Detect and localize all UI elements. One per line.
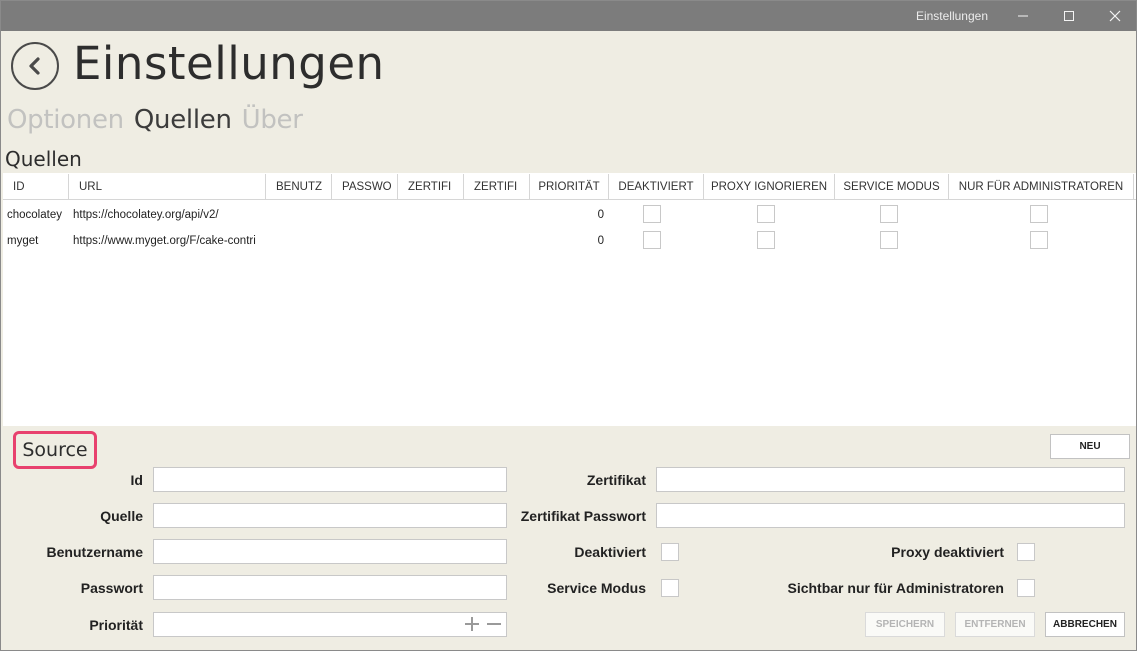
minimize-icon bbox=[1017, 15, 1028, 17]
decrement-icon[interactable] bbox=[485, 613, 503, 635]
tab-ueber[interactable]: Über bbox=[242, 105, 303, 139]
column-header-zertifikat[interactable]: ZERTIFI bbox=[398, 174, 464, 200]
proxy-ignorieren-checkbox[interactable] bbox=[757, 205, 775, 223]
cell-id: chocolatey bbox=[7, 209, 62, 221]
cell-priority: 0 bbox=[597, 235, 604, 247]
back-button[interactable] bbox=[11, 42, 59, 90]
sources-grid: ID URL BENUTZ PASSWO ZERTIFI ZERTIFI PRI… bbox=[3, 173, 1136, 426]
cancel-button[interactable]: ABBRECHEN bbox=[1045, 612, 1125, 637]
column-header-id[interactable]: ID bbox=[3, 174, 69, 200]
deaktiviert-checkbox[interactable] bbox=[643, 231, 661, 249]
increment-icon[interactable] bbox=[463, 613, 481, 635]
tab-optionen[interactable]: Optionen bbox=[7, 105, 124, 139]
passwort-input[interactable] bbox=[153, 575, 507, 600]
column-header-nur-fuer-admin[interactable]: NUR FÜR ADMINISTRATOREN bbox=[949, 174, 1134, 200]
sichtbar-admin-checkbox[interactable] bbox=[1017, 579, 1035, 597]
label-service-modus: Service Modus bbox=[547, 580, 646, 596]
label-prioritaet: Priorität bbox=[89, 617, 143, 633]
column-header-service-modus[interactable]: SERVICE MODUS bbox=[835, 174, 949, 200]
label-quelle: Quelle bbox=[100, 508, 143, 524]
column-header-benutzer[interactable]: BENUTZ bbox=[266, 174, 332, 200]
close-icon bbox=[1109, 10, 1120, 22]
column-header-prioritaet[interactable]: PRIORITÄT bbox=[530, 174, 609, 200]
tab-quellen[interactable]: Quellen bbox=[134, 105, 232, 139]
prioritaet-stepper[interactable] bbox=[153, 612, 507, 637]
cell-id: myget bbox=[7, 235, 39, 247]
table-row[interactable]: myget https://www.myget.org/F/cake-contr… bbox=[3, 228, 1136, 254]
service-modus-checkbox[interactable] bbox=[880, 231, 898, 249]
settings-window: Einstellungen Einstellungen Optionen Que… bbox=[0, 0, 1137, 651]
close-button[interactable] bbox=[1091, 1, 1137, 31]
label-passwort: Passwort bbox=[80, 580, 143, 596]
benutzername-input[interactable] bbox=[153, 539, 507, 564]
service-modus-form-checkbox[interactable] bbox=[661, 579, 679, 597]
quelle-input[interactable] bbox=[153, 503, 507, 528]
label-id: Id bbox=[130, 472, 143, 488]
label-zertifikat-passwort: Zertifikat Passwort bbox=[520, 508, 646, 524]
nur-admin-checkbox[interactable] bbox=[1030, 231, 1048, 249]
column-header-deaktiviert[interactable]: DEAKTIVIERT bbox=[609, 174, 704, 200]
label-zertifikat: Zertifikat bbox=[586, 472, 646, 488]
maximize-button[interactable] bbox=[1045, 1, 1092, 31]
table-row[interactable]: chocolatey https://chocolatey.org/api/v2… bbox=[3, 202, 1136, 228]
save-button[interactable]: SPEICHERN bbox=[865, 612, 945, 637]
deaktiviert-checkbox[interactable] bbox=[643, 205, 661, 223]
cell-url: https://www.myget.org/F/cake-contri bbox=[73, 235, 256, 247]
label-sichtbar-admin: Sichtbar nur für Administratoren bbox=[787, 580, 1004, 596]
column-header-passwort[interactable]: PASSWO bbox=[332, 174, 398, 200]
tab-bar: Optionen Quellen Über bbox=[7, 105, 303, 139]
new-button[interactable]: NEU bbox=[1050, 434, 1130, 459]
nur-admin-checkbox[interactable] bbox=[1030, 205, 1048, 223]
cell-url: https://chocolatey.org/api/v2/ bbox=[73, 209, 219, 221]
source-form-title: Source bbox=[13, 431, 97, 469]
window-title: Einstellungen bbox=[915, 9, 988, 23]
label-proxy-deaktiviert: Proxy deaktiviert bbox=[891, 544, 1004, 560]
column-header-zertifikat-passwort[interactable]: ZERTIFI bbox=[464, 174, 530, 200]
column-header-url[interactable]: URL bbox=[69, 174, 266, 200]
proxy-deaktiviert-checkbox[interactable] bbox=[1017, 543, 1035, 561]
grid-header: ID URL BENUTZ PASSWO ZERTIFI ZERTIFI PRI… bbox=[3, 174, 1136, 200]
remove-button[interactable]: ENTFERNEN bbox=[955, 612, 1035, 637]
section-title: Quellen bbox=[5, 147, 82, 171]
deaktiviert-form-checkbox[interactable] bbox=[661, 543, 679, 561]
page-title: Einstellungen bbox=[73, 37, 385, 90]
id-input[interactable] bbox=[153, 467, 507, 492]
label-benutzername: Benutzername bbox=[46, 544, 143, 560]
column-header-proxy-ignorieren[interactable]: PROXY IGNORIEREN bbox=[704, 174, 835, 200]
service-modus-checkbox[interactable] bbox=[880, 205, 898, 223]
minimize-button[interactable] bbox=[999, 1, 1046, 31]
zertifikat-input[interactable] bbox=[656, 467, 1125, 492]
proxy-ignorieren-checkbox[interactable] bbox=[757, 231, 775, 249]
title-bar: Einstellungen bbox=[1, 1, 1136, 31]
label-deaktiviert: Deaktiviert bbox=[574, 544, 646, 560]
zertifikat-passwort-input[interactable] bbox=[656, 503, 1125, 528]
maximize-icon bbox=[1063, 11, 1074, 21]
back-arrow-icon bbox=[29, 57, 40, 75]
cell-priority: 0 bbox=[597, 209, 604, 221]
